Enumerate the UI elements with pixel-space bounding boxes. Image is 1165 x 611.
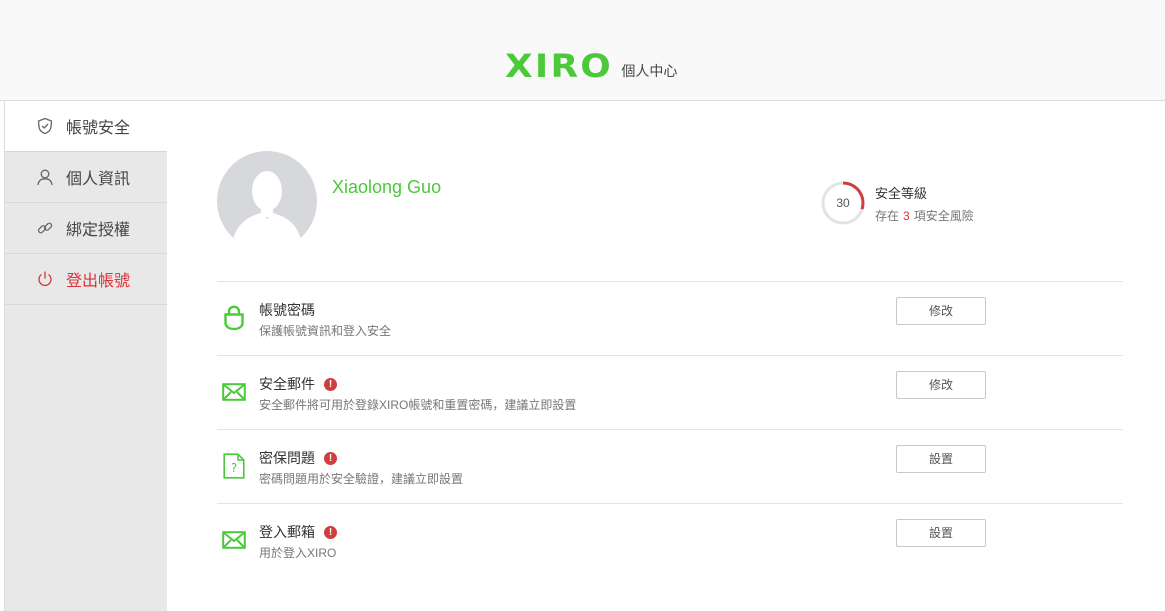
item-desc: 保護帳號資訊和登入安全 — [259, 324, 392, 338]
set-login-email-button[interactable]: 設置 — [896, 519, 986, 547]
item-desc: 密碼問題用於安全驗證，建議立即設置 — [259, 472, 464, 486]
lock-icon — [221, 304, 247, 332]
top-header: XIRO 個人中心 — [0, 0, 1165, 101]
risk-suffix: 項安全風險 — [913, 208, 974, 223]
warning-icon: ! — [324, 377, 337, 391]
item-desc: 用於登入XIRO — [259, 546, 337, 560]
security-score: 30 — [836, 196, 850, 210]
svg-text:?: ? — [231, 461, 237, 475]
page-subtitle: 個人中心 — [621, 63, 678, 79]
warning-icon: ! — [324, 451, 337, 465]
avatar[interactable] — [217, 151, 317, 251]
list-item-login-email: 登入郵箱! 用於登入XIRO 設置 — [217, 504, 1123, 578]
sidebar: 帳號安全 個人資訊 綁定授權 登出帳號 — [4, 101, 167, 611]
sidebar-item-label: 個人資訊 — [66, 171, 131, 188]
sidebar-item-label: 綁定授權 — [66, 222, 131, 239]
modify-security-email-button[interactable]: 修改 — [896, 371, 986, 399]
main-content: Xiaolong Guo 30 安全等級 存在 3 項安全風險 帳號密碼 保護帳號資… — [167, 101, 1165, 611]
item-title: 安全郵件! — [259, 374, 337, 394]
risk-count: 3 — [903, 208, 910, 223]
sidebar-item-label: 登出帳號 — [66, 273, 131, 290]
list-item-security-question: ? 密保問題! 密碼問題用於安全驗證，建議立即設置 設置 — [217, 430, 1123, 504]
item-title: 登入郵箱! — [259, 522, 337, 542]
mail-icon — [221, 378, 247, 406]
item-desc: 安全郵件將可用於登錄XIRO帳號和重置密碼，建議立即設置 — [259, 398, 577, 412]
shield-icon — [35, 116, 55, 136]
security-level-title: 安全等級 — [875, 185, 928, 201]
sidebar-item-bind-auth[interactable]: 綁定授權 — [5, 203, 167, 254]
sidebar-item-label: 帳號安全 — [66, 120, 131, 137]
item-title: 密保問題! — [259, 448, 337, 468]
sidebar-item-account-security[interactable]: 帳號安全 — [5, 101, 167, 152]
question-doc-icon: ? — [221, 452, 247, 480]
brand: XIRO 個人中心 — [505, 50, 677, 82]
warning-icon: ! — [324, 525, 337, 539]
link-icon — [35, 218, 55, 238]
mail-icon — [221, 526, 247, 554]
risk-prefix: 存在 — [875, 208, 900, 223]
modify-password-button[interactable]: 修改 — [896, 297, 986, 325]
power-icon — [35, 269, 55, 289]
sidebar-item-logout[interactable]: 登出帳號 — [5, 254, 167, 305]
security-level-desc: 存在 3 項安全風險 — [875, 207, 974, 224]
security-level: 30 安全等級 存在 3 項安全風險 — [820, 180, 974, 226]
user-name: Xiaolong Guo — [332, 177, 442, 197]
item-title: 帳號密碼 — [259, 302, 315, 318]
security-score-ring: 30 — [820, 180, 866, 226]
xiro-logo[interactable]: XIRO — [505, 50, 613, 82]
user-icon — [35, 167, 55, 187]
list-item-security-email: 安全郵件! 安全郵件將可用於登錄XIRO帳號和重置密碼，建議立即設置 修改 — [217, 356, 1123, 430]
list-item-account-password: 帳號密碼 保護帳號資訊和登入安全 修改 — [217, 282, 1123, 356]
set-security-question-button[interactable]: 設置 — [896, 445, 986, 473]
security-settings-list: 帳號密碼 保護帳號資訊和登入安全 修改 安全郵件! 安全郵件將可用於登錄XIRO… — [217, 281, 1123, 578]
sidebar-item-personal-info[interactable]: 個人資訊 — [5, 152, 167, 203]
security-level-text: 安全等級 存在 3 項安全風險 — [875, 183, 974, 224]
